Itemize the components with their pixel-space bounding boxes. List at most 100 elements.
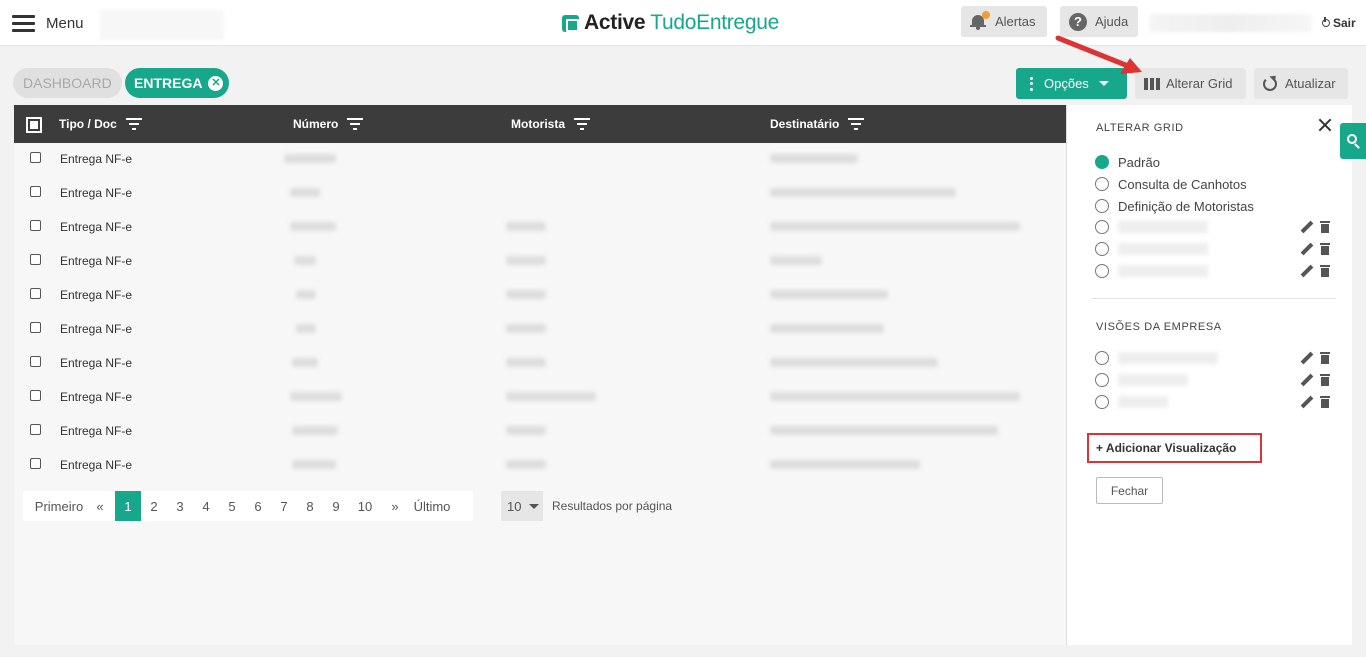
page-link[interactable]: 6	[245, 491, 271, 521]
grid-option-custom[interactable]	[1095, 262, 1208, 280]
table-row[interactable]: Entrega NF-e	[14, 449, 1066, 483]
redacted-recipient	[770, 290, 888, 299]
column-numero[interactable]: Número	[293, 105, 364, 143]
trash-icon[interactable]	[1320, 374, 1330, 386]
panel-title: ALTERAR GRID	[1096, 122, 1184, 134]
filter-icon[interactable]	[347, 118, 364, 130]
redacted-recipient	[770, 392, 1020, 401]
row-checkbox[interactable]	[30, 220, 41, 231]
option-actions	[1301, 373, 1330, 387]
row-checkbox[interactable]	[30, 458, 41, 469]
page-link[interactable]: 8	[297, 491, 323, 521]
page-link-active[interactable]: 1	[115, 491, 141, 521]
page-link[interactable]: 3	[167, 491, 193, 521]
next-page-link[interactable]: »	[381, 491, 409, 521]
close-icon[interactable]: ✕	[208, 75, 224, 91]
company-view-option[interactable]	[1095, 393, 1168, 411]
page-link[interactable]: 10	[349, 491, 381, 521]
annotation-arrow	[1055, 35, 1142, 74]
grid-option-canhotos[interactable]: Consulta de Canhotos	[1095, 175, 1247, 193]
per-page-select[interactable]: 10	[501, 491, 543, 521]
redacted-recipient	[770, 358, 938, 367]
search-tab[interactable]	[1340, 123, 1366, 159]
radio[interactable]	[1095, 242, 1109, 256]
company-view-option[interactable]	[1095, 349, 1218, 367]
breadcrumb-dashboard[interactable]: DASHBOARD	[13, 68, 122, 98]
last-page-link[interactable]: Último	[409, 491, 455, 521]
radio[interactable]	[1095, 220, 1109, 234]
table-row[interactable]: Entrega NF-e	[14, 143, 1066, 177]
page-link[interactable]: 2	[141, 491, 167, 521]
close-icon[interactable]	[1317, 117, 1333, 133]
add-view-button[interactable]: + Adicionar Visualização	[1087, 433, 1262, 463]
table-row[interactable]: Entrega NF-e	[14, 313, 1066, 347]
pencil-icon[interactable]	[1301, 265, 1313, 277]
company-view-option[interactable]	[1095, 371, 1188, 389]
panel-divider	[1091, 298, 1336, 299]
close-panel-button[interactable]: Fechar	[1096, 477, 1163, 504]
radio[interactable]	[1095, 264, 1109, 278]
pencil-icon[interactable]	[1301, 221, 1313, 233]
table-header: Tipo / Doc Número Motorista Destinatário	[14, 105, 1066, 143]
table-row[interactable]: Entrega NF-e	[14, 177, 1066, 211]
redacted-driver	[506, 460, 546, 469]
close-panel-label: Fechar	[1110, 483, 1149, 498]
grid-option-padrao[interactable]: Padrão	[1095, 153, 1160, 171]
radio[interactable]	[1095, 395, 1109, 409]
column-destinatario[interactable]: Destinatário	[770, 105, 865, 143]
column-tipo-doc[interactable]: Tipo / Doc	[59, 105, 142, 143]
trash-icon[interactable]	[1320, 221, 1330, 233]
column-motorista[interactable]: Motorista	[511, 105, 590, 143]
trash-icon[interactable]	[1320, 265, 1330, 277]
redacted-number	[292, 358, 318, 367]
table-row[interactable]: Entrega NF-e	[14, 381, 1066, 415]
page-link[interactable]: 4	[193, 491, 219, 521]
row-checkbox[interactable]	[30, 152, 41, 163]
radio[interactable]	[1095, 373, 1109, 387]
grid-option-custom[interactable]	[1095, 240, 1208, 258]
table-row[interactable]: Entrega NF-e	[14, 347, 1066, 381]
select-all-checkbox[interactable]	[26, 117, 42, 133]
row-checkbox[interactable]	[30, 254, 41, 265]
row-checkbox[interactable]	[30, 288, 41, 299]
page-link[interactable]: 9	[323, 491, 349, 521]
breadcrumb-entrega[interactable]: ENTREGA ✕	[125, 68, 230, 98]
refresh-button[interactable]: Atualizar	[1254, 68, 1348, 99]
radio[interactable]	[1095, 351, 1109, 365]
table-row[interactable]: Entrega NF-e	[14, 211, 1066, 245]
trash-icon[interactable]	[1320, 352, 1330, 364]
row-checkbox[interactable]	[30, 322, 41, 333]
radio[interactable]	[1095, 199, 1109, 213]
page-link[interactable]: 5	[219, 491, 245, 521]
pencil-icon[interactable]	[1301, 352, 1313, 364]
radio[interactable]	[1095, 177, 1109, 191]
row-checkbox[interactable]	[30, 356, 41, 367]
table-row[interactable]: Entrega NF-e	[14, 415, 1066, 449]
row-type: Entrega NF-e	[60, 356, 133, 370]
pencil-icon[interactable]	[1301, 396, 1313, 408]
option-label: Definição de Motoristas	[1118, 198, 1254, 214]
logout-button[interactable]: Sair	[1322, 16, 1356, 30]
breadcrumb-entrega-label: ENTREGA	[134, 75, 203, 91]
row-checkbox[interactable]	[30, 424, 41, 435]
alerts-button[interactable]: Alertas	[961, 6, 1047, 37]
filter-icon[interactable]	[574, 118, 590, 130]
table-row[interactable]: Entrega NF-e	[14, 245, 1066, 279]
prev-page-link[interactable]: «	[85, 491, 115, 521]
grid-option-motoristas[interactable]: Definição de Motoristas	[1095, 197, 1254, 215]
pencil-icon[interactable]	[1301, 243, 1313, 255]
filter-icon[interactable]	[125, 118, 142, 130]
filter-icon[interactable]	[848, 118, 865, 130]
page-link[interactable]: 7	[271, 491, 297, 521]
radio-selected[interactable]	[1095, 155, 1109, 169]
pencil-icon[interactable]	[1301, 374, 1313, 386]
row-checkbox[interactable]	[30, 186, 41, 197]
row-checkbox[interactable]	[30, 390, 41, 401]
alter-grid-button[interactable]: Alterar Grid	[1135, 68, 1246, 99]
trash-icon[interactable]	[1320, 396, 1330, 408]
table-row[interactable]: Entrega NF-e	[14, 279, 1066, 313]
trash-icon[interactable]	[1320, 243, 1330, 255]
grid-option-custom[interactable]	[1095, 218, 1208, 236]
menu-button[interactable]: Menu	[12, 12, 84, 34]
first-page-link[interactable]: Primeiro	[33, 491, 85, 521]
